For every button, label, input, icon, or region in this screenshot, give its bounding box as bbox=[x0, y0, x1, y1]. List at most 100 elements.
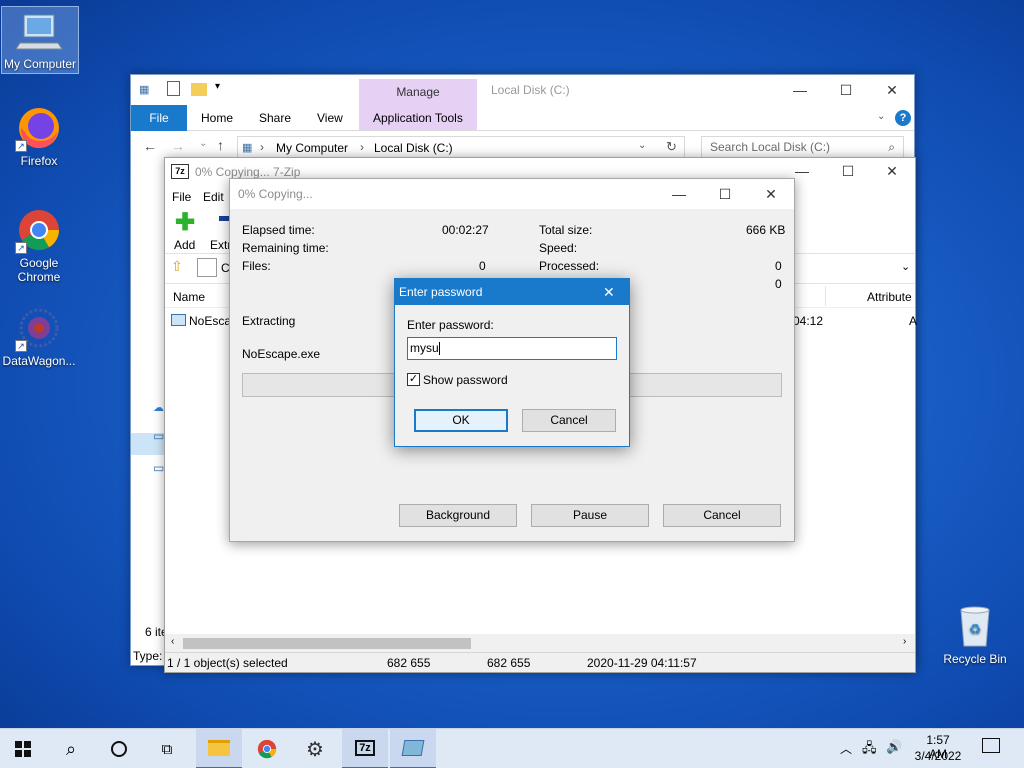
back-arrow-icon[interactable]: ← bbox=[143, 138, 157, 154]
horizontal-scrollbar[interactable]: ‹ › bbox=[165, 634, 915, 652]
breadcrumb-chevron-icon: › bbox=[260, 140, 264, 154]
path-dropdown-icon[interactable]: ⌄ bbox=[901, 260, 910, 273]
this-pc-icon[interactable]: ▭ bbox=[153, 429, 164, 443]
new-folder-icon[interactable] bbox=[191, 83, 207, 96]
ribbon-tabs: File Home Share View Application Tools ⌄… bbox=[131, 105, 914, 131]
files-value: 0 bbox=[479, 259, 486, 273]
scrollbar-thumb[interactable] bbox=[183, 638, 471, 649]
explorer-quick-access-icon[interactable]: ▦ bbox=[139, 83, 149, 96]
desktop-icon-datawagon[interactable]: ↗ DataWagon... bbox=[0, 304, 78, 368]
maximize-icon[interactable]: ☐ bbox=[702, 179, 748, 209]
shortcut-arrow-icon: ↗ bbox=[15, 140, 27, 152]
close-icon[interactable]: ✕ bbox=[603, 279, 615, 305]
help-icon[interactable]: ? bbox=[895, 110, 911, 126]
password-input[interactable]: mysu bbox=[407, 337, 617, 360]
volume-icon[interactable]: 🔊 bbox=[886, 739, 902, 755]
taskbar-file-explorer[interactable] bbox=[196, 729, 242, 768]
gear-icon: ⚙ bbox=[306, 738, 324, 761]
cortana-icon bbox=[111, 741, 127, 757]
column-divider bbox=[825, 286, 826, 306]
start-button[interactable] bbox=[0, 729, 46, 768]
add-plus-icon[interactable]: ✚ bbox=[175, 208, 195, 237]
toolbar-add-label[interactable]: Add bbox=[174, 238, 195, 252]
datawagon-icon: ↗ bbox=[15, 304, 63, 352]
network-icon[interactable]: ▭ bbox=[153, 461, 164, 475]
forward-arrow-icon[interactable]: → bbox=[171, 138, 185, 154]
notifications-icon[interactable] bbox=[982, 738, 1000, 753]
address-bar[interactable]: ▦ › My Computer › Local Disk (C:) ⌄ ↻ bbox=[237, 136, 685, 159]
cancel-button[interactable]: Cancel bbox=[663, 504, 781, 527]
column-attributes[interactable]: Attribute bbox=[867, 290, 912, 304]
total-size-label: Total size: bbox=[539, 223, 593, 237]
show-password-checkbox[interactable]: ✓ bbox=[407, 373, 420, 386]
chrome-icon: ↗ bbox=[15, 206, 63, 254]
desktop-icon-recycle-bin[interactable]: ♻ Recycle Bin bbox=[936, 602, 1014, 666]
column-name[interactable]: Name bbox=[173, 290, 205, 304]
chrome-icon bbox=[257, 739, 277, 759]
close-icon[interactable]: ✕ bbox=[748, 179, 794, 209]
scroll-right-icon[interactable]: › bbox=[903, 636, 906, 647]
taskbar-app[interactable] bbox=[390, 729, 436, 768]
minimize-icon[interactable]: — bbox=[777, 75, 823, 105]
processed-label: Processed: bbox=[539, 259, 600, 273]
pause-button[interactable]: Pause bbox=[531, 504, 649, 527]
desktop-icon-firefox[interactable]: ↗ Firefox bbox=[0, 104, 78, 168]
taskbar-7zip[interactable]: 7z bbox=[342, 729, 388, 768]
maximize-icon[interactable]: ☐ bbox=[825, 157, 871, 185]
sevenzip-title: 0% Copying... 7-Zip bbox=[195, 165, 301, 179]
tab-home[interactable]: Home bbox=[201, 105, 233, 131]
row-modified: 04:12 bbox=[793, 314, 824, 328]
menu-edit[interactable]: Edit bbox=[203, 190, 224, 204]
breadcrumb-my-computer[interactable]: My Computer bbox=[276, 141, 348, 155]
breadcrumb-local-disk[interactable]: Local Disk (C:) bbox=[374, 141, 453, 155]
clock-date[interactable]: 3/4/2022 bbox=[912, 749, 964, 763]
background-button[interactable]: Background bbox=[399, 504, 517, 527]
cancel-button[interactable]: Cancel bbox=[522, 409, 616, 432]
maximize-icon[interactable]: ☐ bbox=[823, 75, 869, 105]
processed-value: 0 bbox=[775, 259, 782, 273]
close-icon[interactable]: ✕ bbox=[869, 157, 915, 185]
taskbar-settings[interactable]: ⚙ bbox=[292, 729, 338, 768]
explorer-title: Local Disk (C:) bbox=[491, 83, 570, 97]
properties-icon[interactable] bbox=[167, 81, 180, 96]
customize-quick-access-icon[interactable]: ▾ bbox=[215, 81, 220, 92]
show-password-label[interactable]: Show password bbox=[423, 373, 508, 387]
tab-view[interactable]: View bbox=[317, 105, 343, 131]
svg-text:♻: ♻ bbox=[969, 621, 982, 637]
up-arrow-icon[interactable]: ↑ bbox=[217, 137, 224, 153]
enter-password-dialog[interactable]: Enter password ✕ Enter password: mysu ✓ … bbox=[394, 278, 630, 447]
action-label: Extracting bbox=[242, 314, 296, 328]
show-hidden-icons-icon[interactable]: ︿ bbox=[840, 740, 852, 757]
ribbon-context-manage: Manage bbox=[396, 85, 440, 99]
password-dialog-title: Enter password bbox=[399, 285, 483, 299]
scroll-left-icon[interactable]: ‹ bbox=[171, 636, 174, 647]
onedrive-icon[interactable]: ☁ bbox=[153, 401, 164, 414]
close-icon[interactable]: ✕ bbox=[869, 75, 915, 105]
recent-locations-icon[interactable]: ⌄ bbox=[199, 138, 207, 149]
cortana-button[interactable] bbox=[96, 729, 142, 768]
desktop-icon-label: Google Chrome bbox=[17, 256, 61, 284]
menu-file[interactable]: File bbox=[172, 190, 191, 204]
tab-share[interactable]: Share bbox=[259, 105, 291, 131]
ok-button[interactable]: OK bbox=[414, 409, 508, 432]
address-dropdown-icon[interactable]: ⌄ bbox=[638, 140, 646, 151]
ribbon-expand-icon[interactable]: ⌄ bbox=[877, 111, 885, 122]
desktop-icon-label: My Computer bbox=[3, 57, 77, 71]
tab-file[interactable]: File bbox=[131, 105, 187, 131]
recycle-bin-icon: ♻ bbox=[951, 602, 999, 650]
network-icon[interactable]: 🖧 bbox=[862, 739, 877, 761]
path-drive-icon bbox=[197, 258, 217, 277]
minimize-icon[interactable]: — bbox=[656, 179, 702, 209]
search-button[interactable]: ⌕ bbox=[48, 729, 94, 768]
taskbar-chrome[interactable] bbox=[244, 729, 290, 768]
search-input[interactable]: Search Local Disk (C:) ⌕ bbox=[701, 136, 904, 159]
elapsed-label: Elapsed time: bbox=[242, 223, 315, 237]
progress-title-bar: 0% Copying... — ☐ ✕ bbox=[230, 179, 794, 209]
tab-application-tools[interactable]: Application Tools bbox=[373, 105, 463, 131]
task-view-button[interactable]: ⧉ bbox=[144, 729, 190, 768]
folder-up-icon[interactable]: ⇧ bbox=[171, 258, 183, 275]
speed-label: Speed: bbox=[539, 241, 578, 255]
desktop-icon-chrome[interactable]: ↗ Google Chrome bbox=[0, 206, 78, 284]
desktop-icon-my-computer[interactable]: My Computer bbox=[1, 6, 79, 74]
refresh-icon[interactable]: ↻ bbox=[666, 139, 677, 155]
